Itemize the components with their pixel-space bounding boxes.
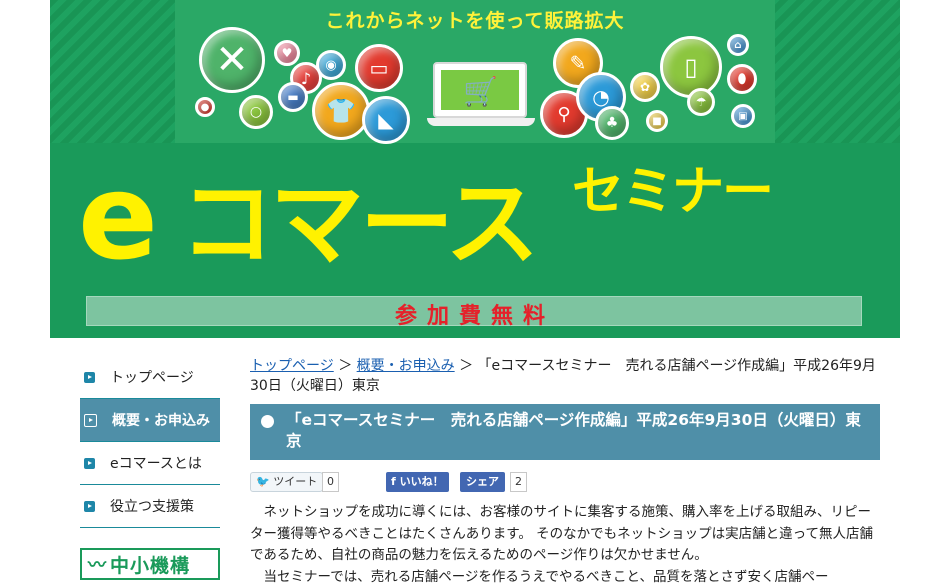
sidebar-nav: トップページ 概要・お申込み eコマースとは 役立つ支援策 〰 中小機構 (80, 356, 220, 580)
breadcrumb-separator: ＞ (459, 358, 473, 374)
arrow-bullet-icon (84, 372, 95, 383)
lock-icon: ▣ (731, 104, 755, 128)
article-body: ネットショップを成功に導くには、お客様のサイトに集客する施策、購入率を上げる取組… (250, 502, 880, 588)
heart-icon: ♥ (274, 40, 300, 66)
tweet-count: 0 (322, 472, 339, 492)
home-icon: ⌂ (727, 34, 749, 56)
card-icon: ▬ (278, 82, 308, 112)
main-content: トップページ ＞ 概要・お申込み ＞ 「eコマースセミナー 売れる店舗ページ作成… (250, 356, 880, 588)
close-icon: ✕ (199, 27, 265, 93)
laptop-screen-inner: 🛒 (441, 70, 519, 110)
sidebar-item-overview[interactable]: 概要・お申込み (80, 399, 220, 442)
sidebar-item-top[interactable]: トップページ (80, 356, 220, 399)
ring-icon: ○ (239, 95, 273, 129)
tv-icon: ▭ (355, 44, 403, 92)
page-title: 「eコマースセミナー 売れる店舗ページ作成編」平成26年9月30日（火曜日）東京 (250, 404, 880, 460)
cart-icon: 🛒 (463, 78, 498, 106)
tweet-button[interactable]: 🐦 ツイート (250, 472, 323, 492)
gift-icon: ■ (646, 110, 668, 132)
sidebar-item-ecommerce[interactable]: eコマースとは (80, 442, 220, 485)
paragraph: 当セミナーでは、売れる店舗ページを作るうえでやるべきこと、品質を落とさず安く店舗… (250, 567, 880, 588)
tree-icon: ♣ (595, 106, 629, 140)
tweet-label: ツイート (273, 475, 317, 488)
banner-title-main: コマース (180, 178, 535, 272)
fee-bar: 参加費無料 (86, 296, 862, 326)
laptop-base (427, 118, 535, 126)
laptop-screen: 🛒 (433, 62, 527, 118)
breadcrumb: トップページ ＞ 概要・お申込み ＞ 「eコマースセミナー 売れる店舗ページ作成… (250, 356, 880, 396)
facebook-like-button[interactable]: f いいね！ (386, 472, 449, 492)
banner-title-sub: セミナー (572, 166, 772, 218)
paragraph: ネットショップを成功に導くには、お客様のサイトに集客する施策、購入率を上げる取組… (250, 502, 880, 567)
ribbon-icon: ✿ (630, 72, 660, 102)
arrow-bullet-icon (84, 458, 95, 469)
breadcrumb-overview-link[interactable]: 概要・お申込み (357, 358, 455, 374)
breadcrumb-home-link[interactable]: トップページ (250, 358, 334, 374)
social-share-bar: 🐦 ツイート 0 f いいね！ シェア 2 (250, 472, 880, 494)
banner-tagline: これからネットを使って販路拡大 (50, 6, 900, 33)
page-title-text: 「eコマースセミナー 売れる店舗ページ作成編」平成26年9月30日（火曜日）東京 (286, 411, 861, 450)
sidebar-item-label: 概要・お申込み (112, 410, 210, 430)
sidebar-item-label: トップページ (110, 367, 194, 387)
umbrella-icon: ☂ (687, 88, 715, 116)
sidebar-item-label: 役立つ支援策 (110, 496, 194, 516)
arrow-bullet-icon (84, 501, 95, 512)
wave-logo-icon: 〰 (88, 551, 106, 577)
tablet-icon: ▯ (660, 36, 722, 98)
like-label: いいね！ (400, 475, 444, 488)
breadcrumb-separator: ＞ (338, 358, 352, 374)
banner-title-e: e (78, 158, 158, 276)
arrow-bullet-icon (84, 414, 97, 427)
sidebar-item-label: eコマースとは (110, 453, 202, 473)
fee-text: 参加費無料 (87, 298, 863, 330)
logo-text: 中小機構 (110, 551, 190, 578)
tshirt-icon: 👕 (312, 82, 370, 140)
hero-banner: これからネットを使って販路拡大 ✕ ♥ ♪ ◉ ▭ ▬ 👕 ◣ ○ ● ⚲ ✎ … (50, 0, 900, 338)
smrj-logo-link[interactable]: 〰 中小機構 (80, 548, 220, 580)
sidebar-item-support[interactable]: 役立つ支援策 (80, 485, 220, 528)
laptop-cart-illustration: 🛒 (427, 62, 535, 128)
facebook-share-button[interactable]: シェア (460, 472, 505, 492)
camera-icon: ◉ (316, 50, 346, 80)
page: これからネットを使って販路拡大 ✕ ♥ ♪ ◉ ▭ ▬ 👕 ◣ ○ ● ⚲ ✎ … (50, 0, 900, 584)
ball-icon: ⬮ (727, 64, 757, 94)
share-count: 2 (510, 472, 527, 492)
boot-icon: ◣ (362, 96, 410, 144)
apple-icon: ● (195, 97, 215, 117)
circle-bullet-icon (261, 415, 274, 428)
